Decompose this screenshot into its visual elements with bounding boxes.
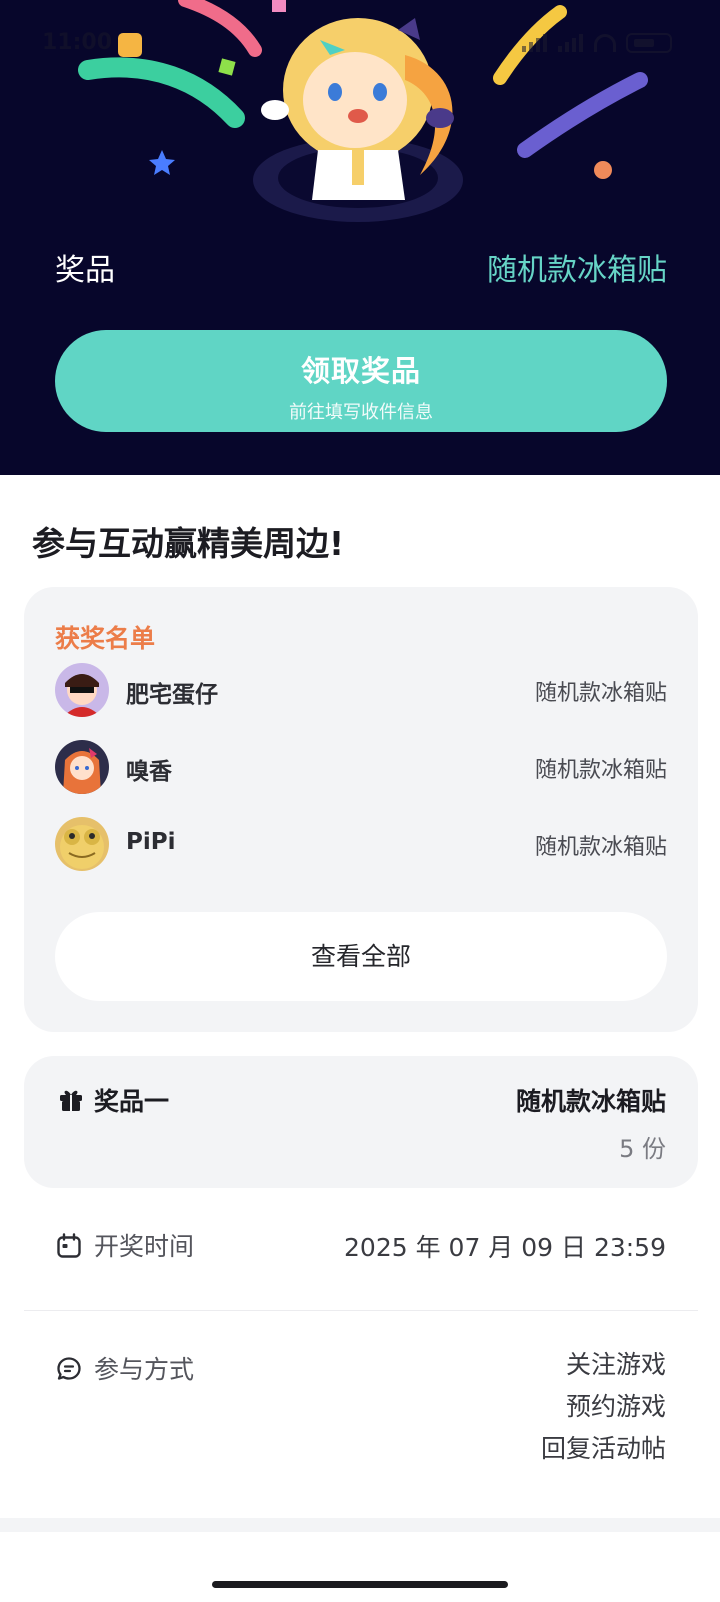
signal-icon: [558, 34, 584, 52]
prize-label: 奖品: [55, 253, 115, 288]
avatar[interactable]: [55, 817, 109, 871]
home-indicator[interactable]: [212, 1581, 508, 1588]
winner-row: 嗅香 随机款冰箱贴: [55, 740, 667, 796]
winners-card: 获奖名单 肥宅蛋仔 随机款冰箱贴 嗅香 随机款冰箱贴 PiPi 随机款冰箱贴 查…: [24, 587, 698, 1032]
view-all-button[interactable]: 查看全部: [55, 912, 667, 1001]
claim-prize-button[interactable]: 领取奖品 前往填写收件信息: [55, 330, 667, 432]
status-bar: 11:00: [0, 30, 720, 64]
draw-time-value: 2025 年 07 月 09 日 23:59: [344, 1233, 666, 1262]
participation-row: 参与方式 关注游戏 预约游戏 回复活动帖: [56, 1350, 666, 1480]
draw-time-label: 开奖时间: [94, 1232, 195, 1261]
winner-name: PiPi: [126, 829, 176, 855]
prize-name: 奖品一: [94, 1087, 170, 1116]
winner-name: 肥宅蛋仔: [126, 682, 218, 708]
participation-method: 关注游戏: [565, 1350, 666, 1379]
winner-prize: 随机款冰箱贴: [534, 835, 667, 860]
bottom-band: [0, 1518, 720, 1532]
wifi-icon: [594, 34, 616, 52]
prize-value: 随机款冰箱贴: [487, 253, 667, 288]
gift-icon: [60, 1090, 82, 1111]
winners-title: 获奖名单: [55, 624, 156, 653]
winner-row: 肥宅蛋仔 随机款冰箱贴: [55, 663, 667, 719]
prize-count: 5 份: [619, 1135, 666, 1163]
app-notification-icon: [118, 33, 142, 57]
status-icons: [522, 33, 672, 53]
avatar[interactable]: [55, 663, 109, 717]
status-time: 11:00: [42, 30, 113, 55]
winner-prize: 随机款冰箱贴: [534, 758, 667, 783]
prize-detail-card: 奖品一 随机款冰箱贴 5 份: [24, 1056, 698, 1188]
draw-time-row: 开奖时间 2025 年 07 月 09 日 23:59: [56, 1227, 666, 1267]
prize-item: 随机款冰箱贴: [515, 1087, 666, 1116]
avatar[interactable]: [55, 740, 109, 794]
participation-methods: 关注游戏 预约游戏 回复活动帖: [541, 1344, 666, 1470]
battery-icon: [626, 33, 672, 53]
calendar-icon: [57, 1233, 81, 1258]
claim-button-subtitle: 前往填写收件信息: [289, 402, 433, 423]
section-title: 参与互动赢精美周边!: [32, 524, 345, 563]
hero-banner: 11:00 奖品 随机款冰箱贴 领取奖品 前往填写收件信息: [0, 0, 720, 475]
chat-icon: [57, 1357, 81, 1380]
winner-name: 嗅香: [126, 759, 172, 785]
signal-icon: [522, 34, 548, 52]
participation-method: 预约游戏: [565, 1392, 666, 1421]
participation-label: 参与方式: [94, 1355, 195, 1384]
participation-method: 回复活动帖: [540, 1434, 666, 1463]
claim-button-title: 领取奖品: [300, 354, 421, 388]
winner-prize: 随机款冰箱贴: [534, 681, 667, 706]
divider: [24, 1310, 698, 1311]
winner-row: PiPi 随机款冰箱贴: [55, 817, 667, 873]
